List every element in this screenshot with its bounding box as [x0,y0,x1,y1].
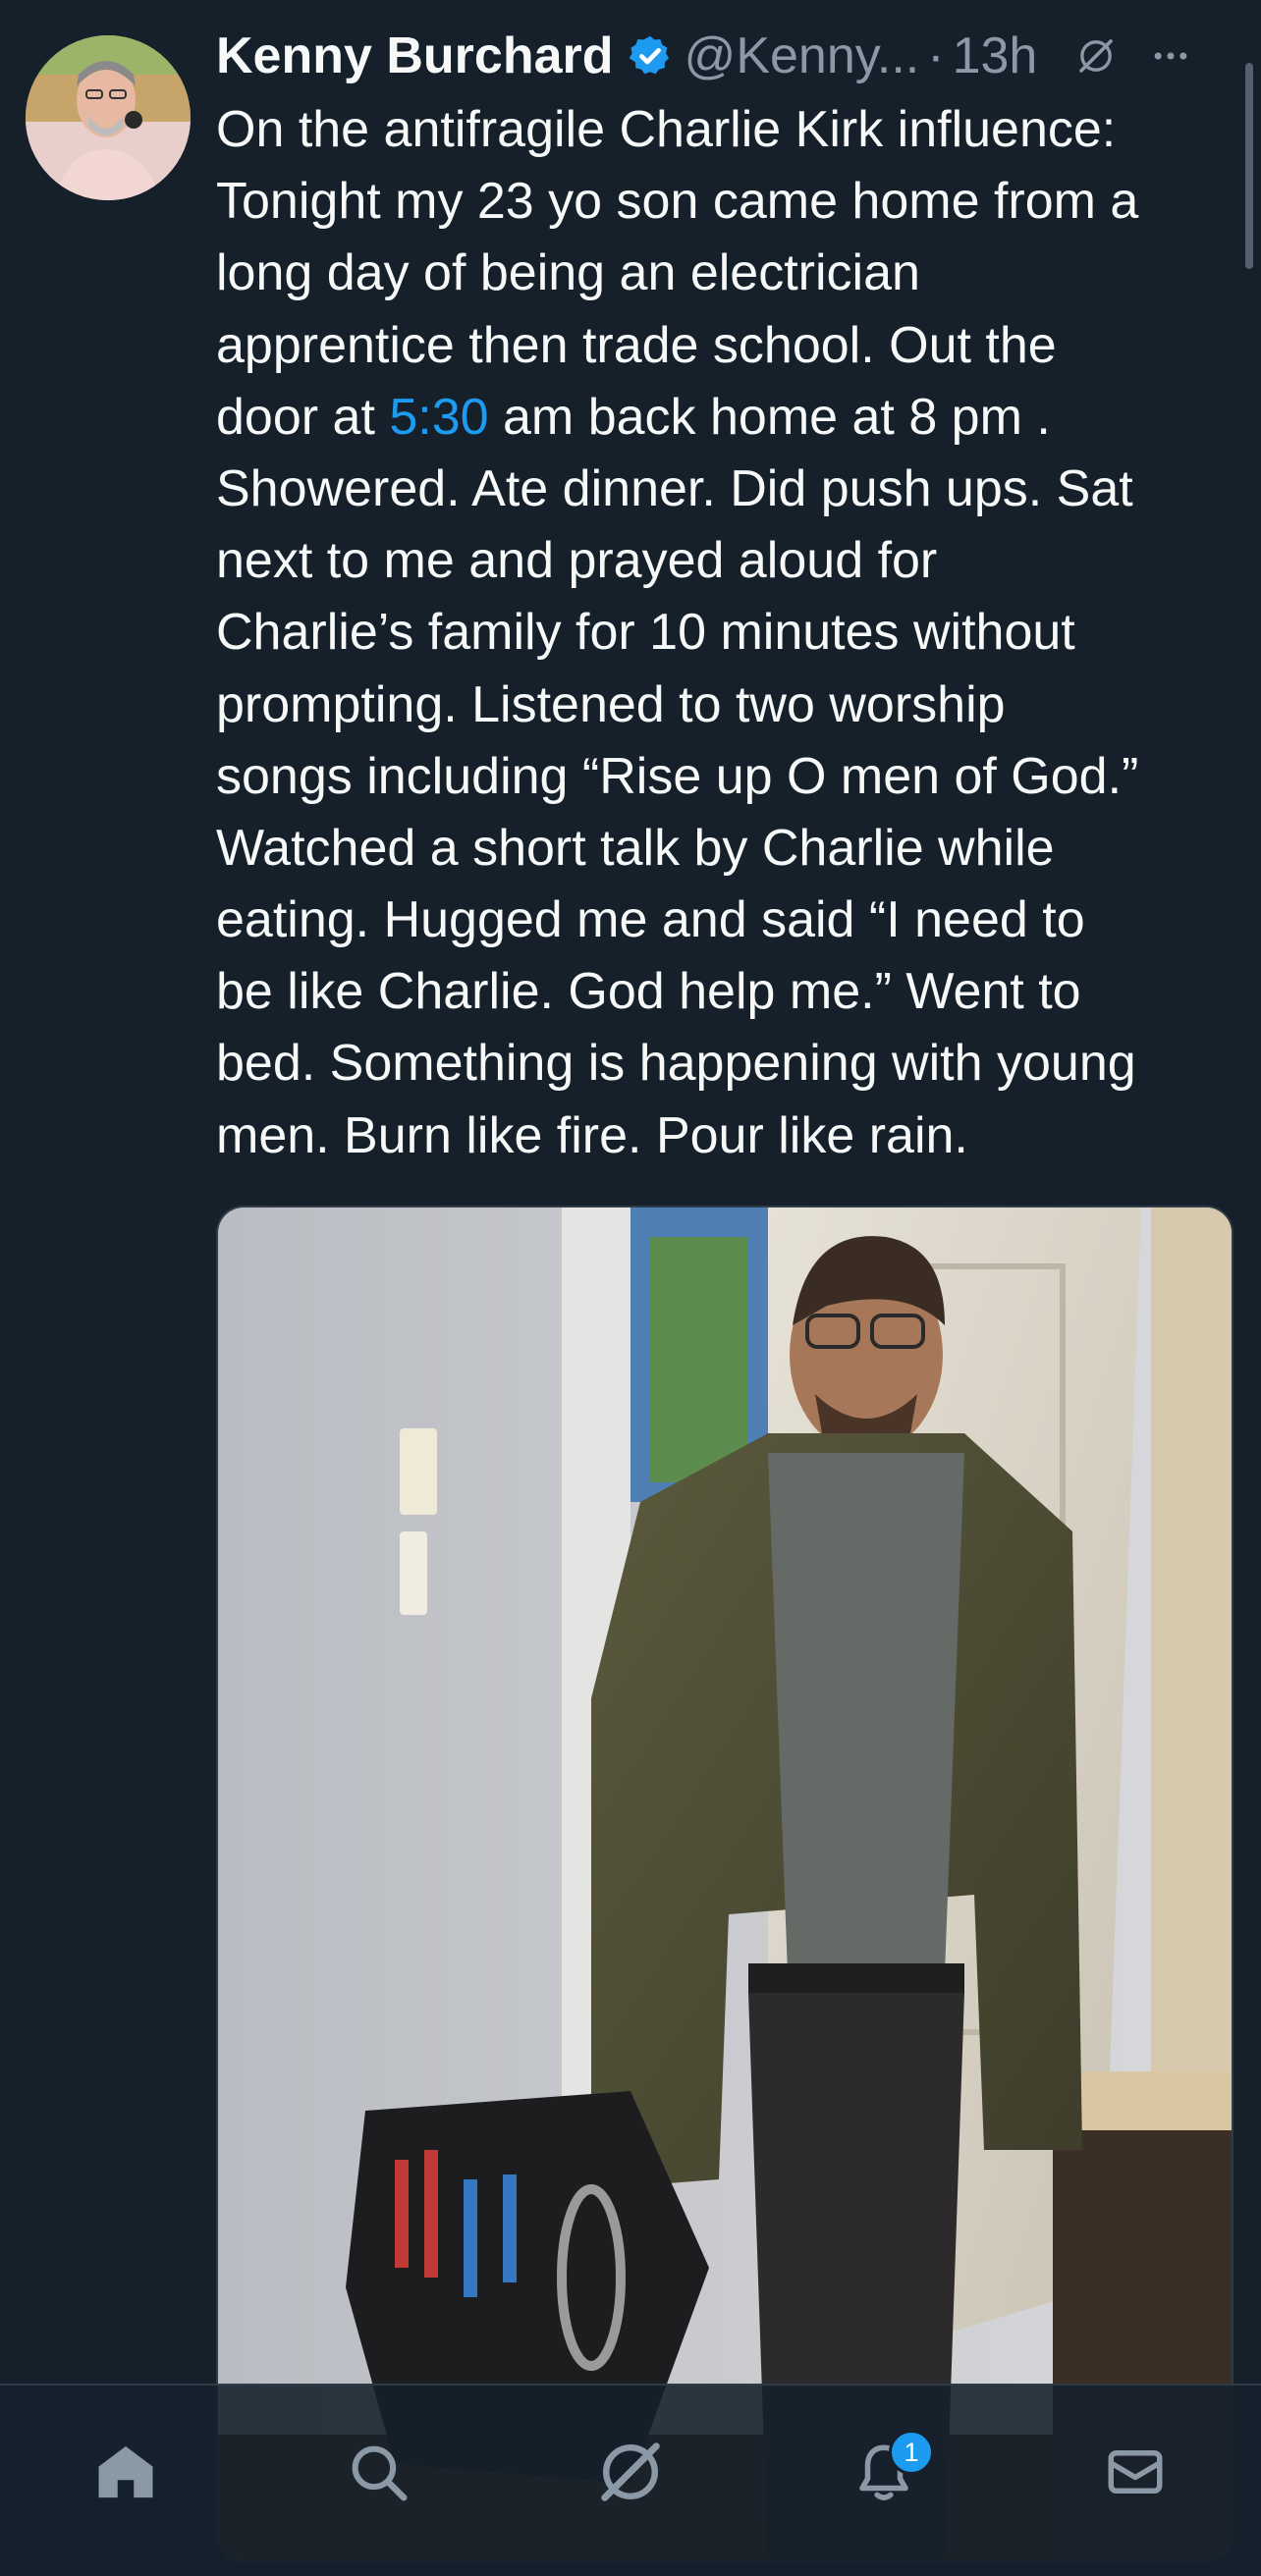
post-header: Kenny Burchard @Kenny... · 13h [216,22,1237,90]
post-text-segment: be like Charlie. God help me.” Went to [216,963,1081,1021]
tab-home[interactable] [79,2425,173,2519]
post-text-segment: next to me and prayed aloud for [216,532,938,590]
scrollbar[interactable] [1245,63,1253,269]
post-text-segment: prompting. Listened to two worship [216,675,1006,733]
photo-image [218,1208,1232,2560]
post-text: On the antifragile Charlie Kirk influenc… [216,94,1237,1172]
post-text-segment: am back home at 8 pm . [488,388,1051,446]
author-name[interactable]: Kenny Burchard [216,27,614,85]
post-text-line: Watched a short talk by Charlie while [216,813,1237,885]
post-text-segment: Watched a short talk by Charlie while [216,819,1055,877]
tab-notifications[interactable]: 1 [837,2425,934,2519]
post-text-line: songs including “Rise up O men of God.” [216,741,1237,813]
notification-badge: 1 [889,2430,934,2475]
tab-search[interactable] [331,2425,425,2519]
post-text-line: apprentice then trade school. Out the [216,310,1237,382]
bottom-tab-bar: 1 [0,2384,1261,2576]
post-text-segment: On the antifragile Charlie Kirk influenc… [216,101,1117,158]
verified-badge-icon [629,35,669,75]
tab-messages[interactable] [1088,2425,1182,2519]
post-text-line: be like Charlie. God help me.” Went to [216,956,1237,1028]
post-text-segment: Tonight my 23 yo son came home from a [216,173,1139,231]
more-options-icon[interactable] [1149,34,1192,78]
search-icon [352,2445,408,2501]
post-text-segment: men. Burn like fire. Pour like rain. [216,1106,968,1164]
post-text-segment: bed. Something is happening with young [216,1035,1136,1093]
post-text-segment: door at [216,388,390,446]
grok-icon [601,2442,660,2501]
author-avatar[interactable] [26,35,191,200]
post-text-line: bed. Something is happening with young [216,1028,1237,1100]
post-text-line: Charlie’s family for 10 minutes without [216,597,1237,669]
post-text-line: prompting. Listened to two worship [216,670,1237,741]
post-text-segment: songs including “Rise up O men of God.” [216,747,1139,805]
post-text-line: Showered. Ate dinner. Did push ups. Sat [216,454,1237,525]
post-text-line: long day of being an electrician [216,238,1237,309]
separator-dot: · [927,27,945,84]
post-text-segment: Showered. Ate dinner. Did push ups. Sat [216,459,1133,517]
post-text-segment: eating. Hugged me and said “I need to [216,891,1085,949]
post-text-line: door at 5:30 am back home at 8 pm . [216,382,1237,454]
post-text-line: eating. Hugged me and said “I need to [216,885,1237,956]
post-text-line: next to me and prayed aloud for [216,525,1237,597]
avatar-image [26,35,191,200]
tab-grok[interactable] [583,2425,678,2519]
author-handle[interactable]: @Kenny... [685,27,920,85]
post-photo[interactable] [216,1206,1234,2562]
time-link[interactable]: 5:30 [389,389,488,446]
grok-icon[interactable] [1076,36,1116,76]
envelope-icon [1108,2450,1163,2494]
post-text-segment: apprentice then trade school. Out the [216,316,1057,374]
post-text-line: On the antifragile Charlie Kirk influenc… [216,94,1237,166]
post-text-segment: Charlie’s family for 10 minutes without [216,604,1075,662]
post-text-segment: long day of being an electrician [216,244,920,302]
post-text-line: men. Burn like fire. Pour like rain. [216,1100,1237,1172]
home-icon [98,2445,153,2498]
post-timestamp[interactable]: 13h [953,27,1038,85]
post-text-line: Tonight my 23 yo son came home from a [216,166,1237,238]
